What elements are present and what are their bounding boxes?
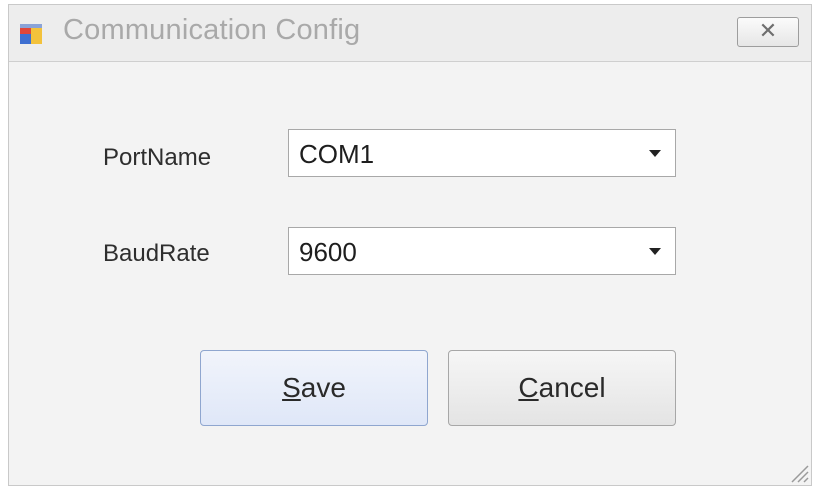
dialog-window: Communication Config ✕ PortName COM1 Bau…: [8, 4, 812, 486]
resize-grip-icon[interactable]: [787, 461, 809, 483]
port-name-select[interactable]: COM1: [288, 129, 676, 177]
close-icon: ✕: [758, 19, 778, 44]
baud-rate-select[interactable]: 9600: [288, 227, 676, 275]
cancel-button-label: ancel: [538, 372, 606, 403]
port-name-label: PortName: [103, 144, 212, 171]
save-mnemonic: S: [282, 372, 301, 403]
app-window-icon: [20, 24, 42, 44]
window-title: Communication Config: [63, 14, 361, 46]
cancel-button[interactable]: Cancel: [448, 350, 676, 426]
baud-rate-label: BaudRate: [103, 240, 210, 267]
save-button[interactable]: Save: [200, 350, 428, 426]
title-bar[interactable]: Communication Config ✕: [9, 5, 811, 62]
chevron-down-icon[interactable]: [649, 150, 661, 157]
cancel-mnemonic: C: [518, 372, 539, 403]
chevron-down-icon[interactable]: [649, 248, 661, 255]
save-button-label: ave: [300, 372, 346, 403]
baud-rate-value: 9600: [299, 237, 357, 267]
close-button[interactable]: ✕: [737, 17, 799, 47]
port-name-value: COM1: [299, 139, 375, 169]
